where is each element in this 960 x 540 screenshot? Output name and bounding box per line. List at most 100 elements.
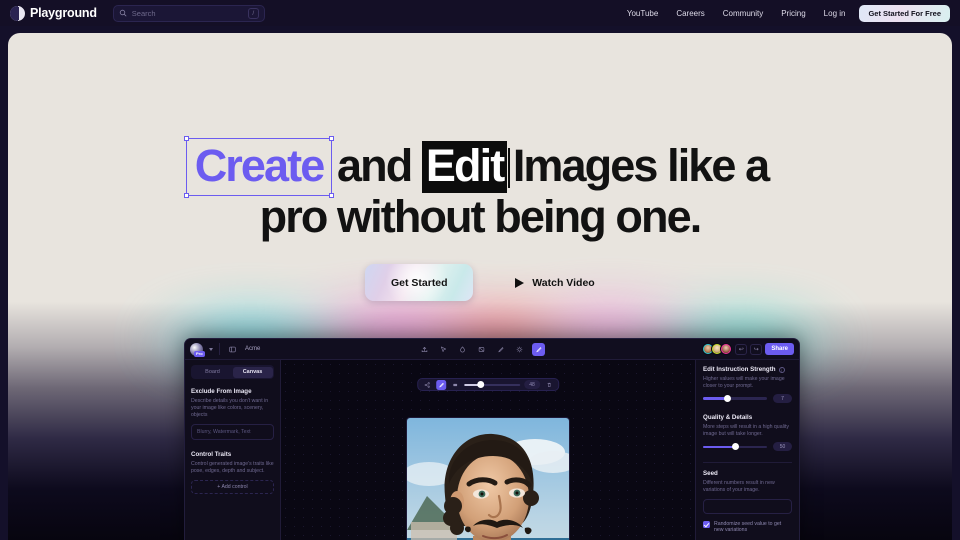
app-canvas[interactable]: 48 xyxy=(281,360,695,540)
headline-rest-line1: Images like a xyxy=(512,140,770,191)
magic-wand-icon[interactable] xyxy=(513,343,526,356)
headline-line-2: pro without being one. xyxy=(259,191,703,242)
playground-logo-icon xyxy=(10,5,25,21)
brush-size-slider[interactable] xyxy=(464,381,521,389)
quality-fill xyxy=(703,445,735,449)
edit-strength-title: Edit Instruction Strength xyxy=(703,366,776,373)
app-window-mockup: Pro Acme ↩ ↪ Share Board Canvas Exclude … xyxy=(184,338,800,540)
exclude-from-image-title: Exclude From Image xyxy=(191,388,252,395)
chevron-down-icon[interactable] xyxy=(209,347,213,351)
app-tool-group xyxy=(418,342,545,356)
search-bar[interactable]: / xyxy=(112,4,265,22)
top-navbar: Playground / YouTube Careers Community P… xyxy=(0,0,960,26)
nav-link-pricing[interactable]: Pricing xyxy=(781,9,805,18)
hero-headline: Create and Edit Images like a pro without… xyxy=(8,136,952,242)
control-traits-description: Control generated image's traits like po… xyxy=(191,461,274,474)
get-started-button[interactable]: Get Started xyxy=(365,264,474,301)
search-input[interactable] xyxy=(131,8,243,18)
app-left-panel: Board Canvas Exclude From Image Describe… xyxy=(185,360,281,540)
randomize-seed-row[interactable]: Randomize seed value to get new variatio… xyxy=(703,521,792,534)
plan-badge: Pro xyxy=(194,350,205,357)
selection-handle-top-right[interactable] xyxy=(329,136,335,141)
brush-size-track[interactable] xyxy=(464,381,521,389)
cursor-select-icon[interactable] xyxy=(437,343,450,356)
edit-strength-knob[interactable] xyxy=(724,395,732,403)
headline-highlighted-word: Edit xyxy=(421,141,508,193)
toolbar-divider xyxy=(219,343,220,355)
nav-link-careers[interactable]: Careers xyxy=(676,9,704,18)
brush-icon[interactable] xyxy=(436,379,447,390)
panel-divider xyxy=(703,462,792,464)
headline-selected-word-text: Create xyxy=(194,140,326,191)
nav-link-login[interactable]: Log in xyxy=(824,9,846,18)
edit-strength-slider-row: 7 xyxy=(703,394,792,404)
nav-links: YouTube Careers Community Pricing Log in xyxy=(627,9,846,18)
hand-pan-icon[interactable] xyxy=(456,343,469,356)
app-right-panel: Edit Instruction Strength i Higher value… xyxy=(695,360,799,540)
tab-board[interactable]: Board xyxy=(193,367,233,378)
quality-value[interactable]: 50 xyxy=(773,442,792,452)
nav-link-community[interactable]: Community xyxy=(723,9,763,18)
play-icon xyxy=(515,277,525,288)
tab-canvas[interactable]: Canvas xyxy=(232,366,273,378)
undo-button[interactable]: ↩ xyxy=(735,343,748,355)
app-collaborators-group: ↩ ↪ Share xyxy=(702,343,794,355)
edit-strength-description: Higher values will make your image close… xyxy=(703,376,785,389)
redo-button[interactable]: ↪ xyxy=(750,343,763,355)
canvas-floating-toolbar: 48 xyxy=(417,378,559,391)
control-traits-title: Control Traits xyxy=(191,451,232,458)
eyedropper-icon[interactable] xyxy=(494,343,507,356)
quality-description: More steps will result in a high quality… xyxy=(703,424,789,437)
seed-input[interactable] xyxy=(703,498,792,514)
hero-section: Create and Edit Images like a pro without… xyxy=(8,33,952,540)
exclude-from-image-input[interactable]: Blurry, Watermark, Text xyxy=(191,424,274,440)
headline-connector: and xyxy=(337,140,413,191)
brush-size-knob[interactable] xyxy=(477,381,485,389)
quality-track[interactable] xyxy=(703,443,767,451)
project-name[interactable]: Acme xyxy=(245,346,260,352)
info-icon[interactable]: i xyxy=(778,366,785,373)
search-icon xyxy=(119,9,127,17)
get-started-free-button[interactable]: Get Started For Free xyxy=(859,4,950,22)
upload-icon[interactable] xyxy=(418,343,431,356)
sidebar-toggle-icon[interactable] xyxy=(226,343,239,356)
exclude-from-image-description: Describe details you don't want in your … xyxy=(191,398,269,418)
randomize-seed-checkbox[interactable] xyxy=(703,521,710,529)
search-shortcut-badge: / xyxy=(247,7,259,19)
avatar-group xyxy=(702,343,733,355)
randomize-seed-label: Randomize seed value to get new variatio… xyxy=(714,520,782,534)
seed-title: Seed xyxy=(703,470,718,478)
brush-size-value[interactable]: 48 xyxy=(524,380,540,389)
seed-description: Different numbers result in new variatio… xyxy=(703,480,775,493)
app-topbar: Pro Acme ↩ ↪ Share xyxy=(185,339,799,360)
share-button[interactable]: Share xyxy=(765,343,794,355)
edit-strength-header: Edit Instruction Strength i xyxy=(703,366,792,373)
selection-handle-top-left[interactable] xyxy=(183,136,189,141)
brand-name: Playground xyxy=(30,6,97,20)
brand-logo[interactable]: Playground xyxy=(10,5,97,21)
quality-knob[interactable] xyxy=(731,443,739,451)
portrait-artwork xyxy=(407,418,569,540)
share-node-icon[interactable] xyxy=(422,380,432,390)
app-body: Board Canvas Exclude From Image Describe… xyxy=(185,360,799,540)
quality-title: Quality & Details xyxy=(703,414,753,422)
hero-cta-row: Get Started Watch Video xyxy=(8,264,952,301)
playground-landing-page: Playground / YouTube Careers Community P… xyxy=(0,0,960,540)
app-logo-icon[interactable]: Pro xyxy=(190,342,205,357)
headline-selected-word[interactable]: Create xyxy=(183,136,335,198)
edit-strength-track[interactable] xyxy=(703,395,767,403)
edit-strength-value[interactable]: 7 xyxy=(773,394,792,404)
avatar[interactable] xyxy=(720,343,733,355)
generated-image[interactable] xyxy=(407,418,569,540)
add-control-button[interactable]: + Add control xyxy=(191,480,274,494)
board-canvas-tabs: Board Canvas xyxy=(191,365,274,379)
brush-tool-icon[interactable] xyxy=(531,342,545,356)
watch-video-button[interactable]: Watch Video xyxy=(515,276,595,289)
text-caret-icon xyxy=(508,148,510,188)
brush-size-icon xyxy=(450,380,460,390)
nav-link-youtube[interactable]: YouTube xyxy=(627,9,658,18)
quality-slider-row: 50 xyxy=(703,442,792,452)
delete-icon[interactable] xyxy=(544,380,554,390)
frame-crop-icon[interactable] xyxy=(475,343,488,356)
watch-video-label: Watch Video xyxy=(532,276,595,289)
